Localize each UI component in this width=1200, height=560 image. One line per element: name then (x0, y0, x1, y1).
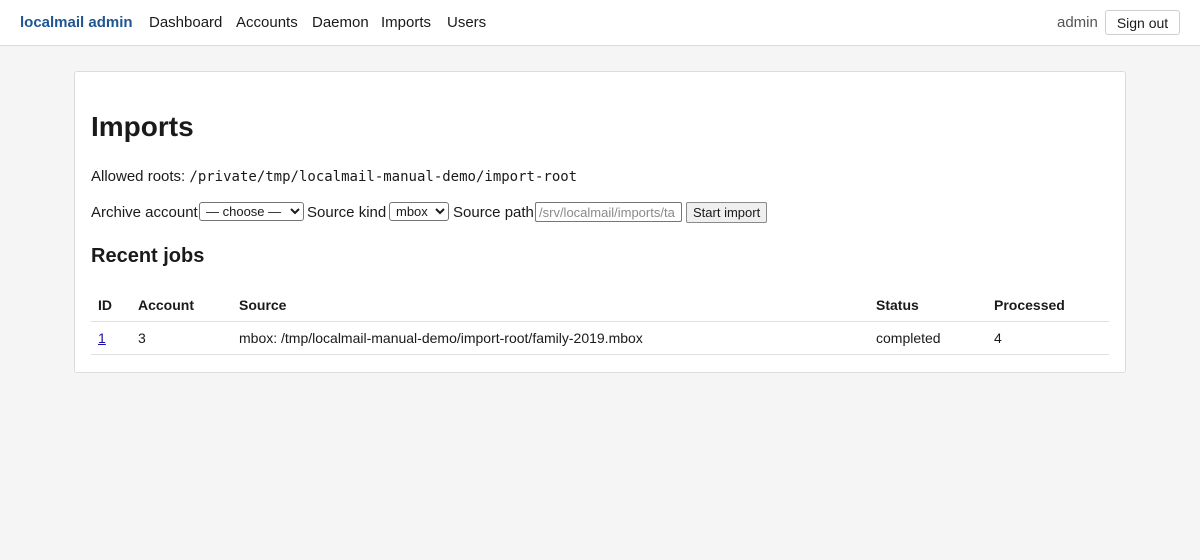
source-path-input[interactable] (535, 202, 682, 222)
allowed-roots-label: Allowed roots: (91, 168, 186, 185)
column-header-source: Source (232, 289, 869, 322)
job-account-cell: 3 (131, 321, 232, 355)
nav-users[interactable]: Users (447, 14, 486, 31)
column-header-account: Account (131, 289, 232, 322)
start-import-button[interactable]: Start import (686, 202, 768, 223)
nav-dashboard[interactable]: Dashboard (149, 14, 222, 31)
job-id-cell: 1 (91, 321, 131, 355)
column-header-id: ID (91, 289, 131, 322)
current-user: admin (1057, 14, 1098, 31)
imports-card: Imports Allowed roots: /private/tmp/loca… (74, 71, 1126, 373)
source-path-label: Source path (453, 204, 534, 221)
nav-imports[interactable]: Imports (381, 14, 431, 31)
table-header-row: ID Account Source Status Processed (91, 289, 1109, 322)
column-header-status: Status (869, 289, 987, 322)
allowed-roots-value: /private/tmp/localmail-manual-demo/impor… (189, 169, 578, 185)
nav-daemon[interactable]: Daemon (312, 14, 369, 31)
sign-out-button[interactable]: Sign out (1105, 10, 1180, 35)
job-status-cell: completed (869, 321, 987, 355)
brand-link[interactable]: localmail admin (20, 14, 133, 31)
job-id-link[interactable]: 1 (98, 330, 106, 346)
job-source-cell: mbox: /tmp/localmail-manual-demo/import-… (232, 321, 869, 355)
recent-jobs-title: Recent jobs (91, 245, 205, 267)
top-navbar: localmail admin Dashboard Accounts Daemo… (0, 0, 1200, 46)
source-kind-label: Source kind (307, 204, 387, 221)
column-header-processed: Processed (987, 289, 1109, 322)
job-processed-cell: 4 (987, 321, 1109, 355)
recent-jobs-table: ID Account Source Status Processed 1 3 m… (91, 289, 1109, 355)
nav-accounts[interactable]: Accounts (236, 14, 298, 31)
archive-account-select[interactable]: — choose — (199, 202, 304, 221)
page-title: Imports (91, 111, 194, 142)
allowed-roots: Allowed roots: /private/tmp/localmail-ma… (91, 168, 577, 186)
table-row: 1 3 mbox: /tmp/localmail-manual-demo/imp… (91, 321, 1109, 355)
archive-account-label: Archive account (91, 204, 198, 221)
source-kind-select[interactable]: mbox (389, 202, 449, 221)
